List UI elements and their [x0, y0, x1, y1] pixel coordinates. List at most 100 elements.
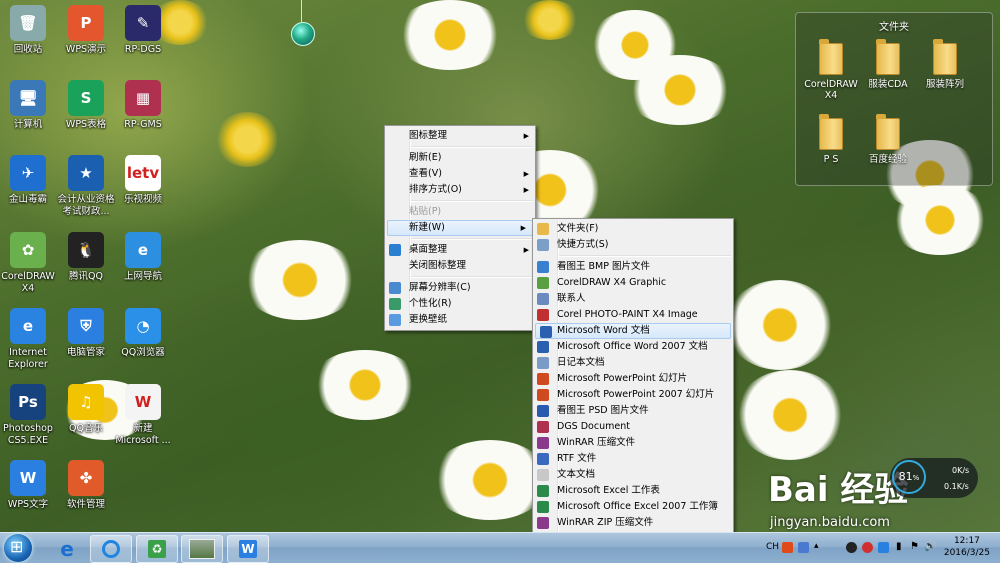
- new-submenu-item[interactable]: Microsoft Excel 工作表: [533, 483, 733, 499]
- desktop-icon-qq-music[interactable]: ♫ QQ音乐: [55, 384, 117, 435]
- new-submenu-item[interactable]: 文件夹(F): [533, 221, 733, 237]
- desktop-icon-wps-writer[interactable]: W WPS文字: [0, 460, 59, 511]
- folder-item-coreldraw[interactable]: CorelDRAW X4: [801, 39, 861, 101]
- desktop-icon-wps-spreadsheet[interactable]: S WPS表格: [55, 80, 117, 131]
- desktop-icon-recycle-bin[interactable]: 🗑 回收站: [0, 5, 59, 56]
- desktop-icon-photoshop[interactable]: Ps Photoshop CS5.EXE: [0, 384, 59, 447]
- taskbar-ie-button[interactable]: e: [46, 535, 88, 563]
- taskbar-qq-browser-button[interactable]: [90, 535, 132, 563]
- system-clock[interactable]: 12:17 2016/3/25: [944, 535, 990, 559]
- context-menu-item[interactable]: 关闭图标整理: [385, 258, 535, 274]
- new-submenu-item[interactable]: Microsoft PowerPoint 2007 幻灯片: [533, 387, 733, 403]
- desktop-icon-new-word-doc[interactable]: W 新建 Microsoft ...: [112, 384, 174, 447]
- new-submenu-item[interactable]: Microsoft Office Word 2007 文档: [533, 339, 733, 355]
- context-menu-item[interactable]: 排序方式(O) ▶: [385, 182, 535, 198]
- desktop-icon-label: 上网导航: [123, 271, 162, 282]
- menu-item-icon: [389, 298, 401, 310]
- network-meter[interactable]: 81% 0K/s 0.1K/s: [890, 458, 978, 498]
- context-menu-item[interactable]: 屏幕分辨率(C): [385, 280, 535, 296]
- desktop-icon-computer[interactable]: 🖥 计算机: [0, 80, 59, 131]
- new-submenu-item[interactable]: 联系人: [533, 291, 733, 307]
- menu-item-label: Microsoft Office Excel 2007 工作簿: [557, 501, 718, 512]
- desktop-icon-web-nav[interactable]: e 上网导航: [112, 232, 174, 283]
- wps-writer-icon: W: [10, 460, 46, 496]
- submenu-arrow-icon: ▶: [523, 170, 529, 178]
- menu-item-label: 刷新(E): [409, 152, 442, 163]
- globe-gadget[interactable]: [291, 22, 315, 46]
- new-submenu-item[interactable]: RTF 文件: [533, 451, 733, 467]
- desktop-icon-letv[interactable]: letv 乐视视频: [112, 155, 174, 206]
- desktop-icon-rp-dgs[interactable]: ✎ RP-DGS: [112, 5, 174, 56]
- taskbar-photo-button[interactable]: [181, 535, 223, 563]
- signal-icon[interactable]: ▮: [896, 541, 902, 552]
- sogou-icon[interactable]: [782, 542, 793, 553]
- menu-separator: [411, 146, 533, 148]
- new-submenu-item[interactable]: 日记本文档: [533, 355, 733, 371]
- menu-item-label: 快捷方式(S): [557, 239, 609, 250]
- new-submenu-item[interactable]: Corel PHOTO-PAINT X4 Image: [533, 307, 733, 323]
- desktop-icon-rp-gms[interactable]: ▦ RP-GMS: [112, 80, 174, 131]
- desktop-icon-coreldraw[interactable]: ✿ CorelDRAW X4: [0, 232, 59, 295]
- download-speed: 0.1K/s: [944, 482, 969, 491]
- desktop-icon-internet-explorer[interactable]: e Internet Explorer: [0, 308, 59, 371]
- new-submenu-item[interactable]: WinRAR 压缩文件: [533, 435, 733, 451]
- context-menu-item[interactable]: 新建(W) ▶: [387, 220, 533, 236]
- desktop-icon-software-manager[interactable]: ✤ 软件管理: [55, 460, 117, 511]
- new-submenu-item[interactable]: Microsoft Office Excel 2007 工作簿: [533, 499, 733, 515]
- qq-tray-icon[interactable]: [846, 542, 857, 553]
- folder-item-baidu-jingyan[interactable]: 百度经验: [858, 114, 918, 165]
- desktop-icon-tencent-qq[interactable]: 🐧 腾讯QQ: [55, 232, 117, 283]
- desktop-icon-accounting-course[interactable]: ★ 会计从业资格考试财政...: [55, 155, 117, 218]
- new-submenu-item[interactable]: 看图王 BMP 图片文件: [533, 259, 733, 275]
- software-manager-icon: ✤: [68, 460, 104, 496]
- taskbar-recycle-button[interactable]: ♻: [136, 535, 178, 563]
- menu-item-label: 看图王 BMP 图片文件: [557, 261, 650, 272]
- context-menu-item[interactable]: 更换壁纸: [385, 312, 535, 328]
- submenu-arrow-icon: ▶: [520, 224, 526, 232]
- submenu-arrow-icon: ▶: [523, 132, 529, 140]
- flag-icon[interactable]: ⚑: [910, 541, 919, 552]
- start-button[interactable]: [4, 534, 32, 562]
- context-menu-item[interactable]: 刷新(E): [385, 150, 535, 166]
- folder-icon: [819, 39, 843, 75]
- desktop-icon-label: WPS文字: [7, 499, 49, 510]
- folder-item-ps[interactable]: P S: [801, 114, 861, 165]
- context-menu-item[interactable]: 桌面整理 ▶: [385, 242, 535, 258]
- new-submenu-item[interactable]: Microsoft PowerPoint 幻灯片: [533, 371, 733, 387]
- volume-icon[interactable]: 🔊: [924, 541, 936, 552]
- new-submenu-item[interactable]: 看图王 PSD 图片文件: [533, 403, 733, 419]
- input-settings-icon[interactable]: [798, 542, 809, 553]
- menu-item-label: 关闭图标整理: [409, 260, 467, 271]
- desktop-icon-kingsoft-antivirus[interactable]: ✈ 金山毒霸: [0, 155, 59, 206]
- taskbar-wps-button[interactable]: W: [227, 535, 269, 563]
- folder-item-fuzhuang-zhenlie[interactable]: 服装阵列: [915, 39, 975, 90]
- desktop-icon-label: RP-GMS: [124, 119, 162, 130]
- new-submenu-item[interactable]: 快捷方式(S): [533, 237, 733, 253]
- folder-panel[interactable]: 文件夹 CorelDRAW X4 服装CDA 服装阵列 P S 百度经验: [795, 12, 993, 186]
- new-submenu-item[interactable]: WinRAR ZIP 压缩文件: [533, 515, 733, 531]
- context-menu-item[interactable]: 查看(V) ▶: [385, 166, 535, 182]
- context-menu-item[interactable]: 图标整理 ▶: [385, 128, 535, 144]
- qq-tray-icon-2[interactable]: [862, 542, 873, 553]
- tray-expand-icon[interactable]: ▴: [814, 541, 819, 551]
- menu-item-icon: [389, 314, 401, 326]
- new-submenu-item[interactable]: DGS Document: [533, 419, 733, 435]
- menu-item-icon: [537, 357, 549, 369]
- menu-item-icon: [537, 341, 549, 353]
- desktop-icon-label: 乐视视频: [123, 194, 162, 205]
- desktop-icon-qq-browser[interactable]: ◔ QQ浏览器: [112, 308, 174, 359]
- menu-separator: [411, 276, 533, 278]
- new-submenu-item[interactable]: 文本文档: [533, 467, 733, 483]
- new-submenu-item[interactable]: CorelDRAW X4 Graphic: [533, 275, 733, 291]
- context-menu-item[interactable]: 个性化(R): [385, 296, 535, 312]
- menu-separator: [411, 238, 533, 240]
- language-indicator[interactable]: CH: [766, 542, 779, 552]
- desktop-icon-pc-manager[interactable]: ⛨ 电脑管家: [55, 308, 117, 359]
- shield-icon[interactable]: [878, 542, 889, 553]
- computer-icon: 🖥: [10, 80, 46, 116]
- new-submenu-item[interactable]: Microsoft Word 文档: [535, 323, 731, 339]
- menu-item-icon: [537, 421, 549, 433]
- folder-item-fuzhuang-cda[interactable]: 服装CDA: [858, 39, 918, 90]
- desktop-icon-wps-presentation[interactable]: P WPS演示: [55, 5, 117, 56]
- rp-gms-icon: ▦: [125, 80, 161, 116]
